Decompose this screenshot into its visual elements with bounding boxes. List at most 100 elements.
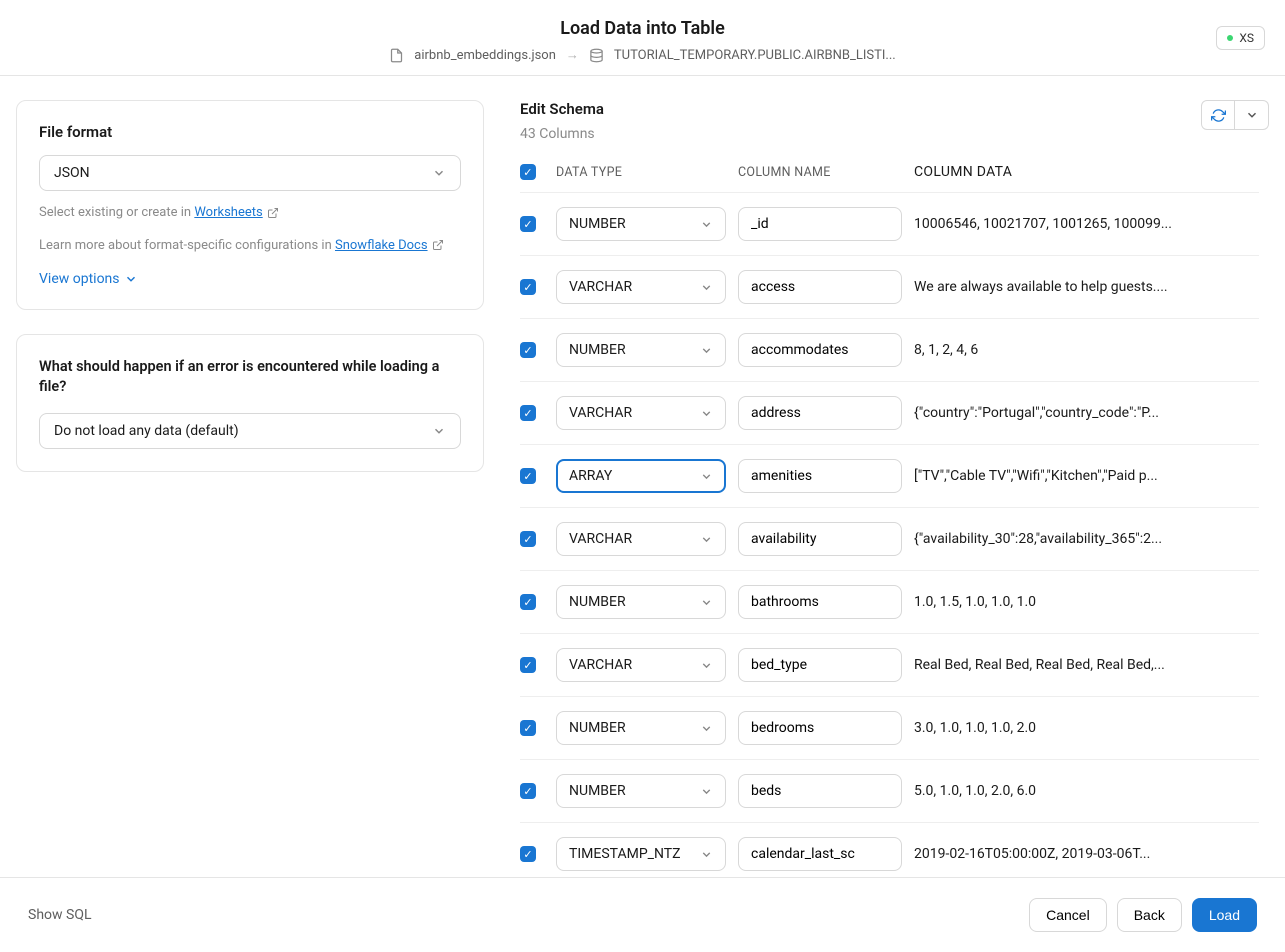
head-data: COLUMN DATA: [914, 164, 1259, 180]
chevron-down-icon: [700, 785, 713, 798]
data-type-select[interactable]: VARCHAR: [556, 396, 726, 430]
chevron-down-icon: [700, 596, 713, 609]
column-name-field[interactable]: [751, 279, 889, 295]
error-handling-select[interactable]: Do not load any data (default): [39, 413, 461, 449]
source-file: airbnb_embeddings.json: [414, 48, 556, 63]
column-name-field[interactable]: [751, 342, 889, 358]
column-name-field[interactable]: [751, 216, 889, 232]
right-panel: Edit Schema 43 Columns ✓ DATA TYPE COLUM…: [500, 76, 1285, 877]
row-checkbox[interactable]: ✓: [520, 468, 544, 484]
row-checkbox[interactable]: ✓: [520, 216, 544, 232]
show-sql-button[interactable]: Show SQL: [28, 907, 92, 923]
chevron-down-icon: [700, 281, 713, 294]
head-name: COLUMN NAME: [738, 165, 902, 180]
schema-row: ✓ NUMBER 10006546, 10021707, 1001265, 10…: [520, 193, 1259, 256]
data-type-value: VARCHAR: [569, 657, 632, 673]
data-type-select[interactable]: TIMESTAMP_NTZ: [556, 837, 726, 871]
column-name-field[interactable]: [751, 657, 889, 673]
row-checkbox[interactable]: ✓: [520, 279, 544, 295]
schema-row: ✓ NUMBER 1.0, 1.5, 1.0, 1.0, 1.0: [520, 571, 1259, 634]
data-type-select[interactable]: ARRAY: [556, 459, 726, 493]
data-type-select[interactable]: NUMBER: [556, 774, 726, 808]
data-type-select[interactable]: NUMBER: [556, 711, 726, 745]
column-name-field[interactable]: [751, 594, 889, 610]
refresh-button[interactable]: [1201, 100, 1235, 130]
column-name-field[interactable]: [751, 468, 889, 484]
data-type-value: NUMBER: [569, 720, 626, 736]
schema-row: ✓ VARCHAR {"availability_30":28,"availab…: [520, 508, 1259, 571]
file-icon: [389, 48, 404, 63]
column-name-input[interactable]: [738, 711, 902, 745]
select-all-checkbox[interactable]: ✓: [520, 164, 544, 180]
file-format-card: File format JSON Select existing or crea…: [16, 100, 484, 310]
row-checkbox[interactable]: ✓: [520, 531, 544, 547]
column-name-field[interactable]: [751, 405, 889, 421]
column-name-input[interactable]: [738, 459, 902, 493]
header: Load Data into Table airbnb_embeddings.j…: [0, 0, 1285, 76]
column-data-preview: 1.0, 1.5, 1.0, 1.0, 1.0: [914, 594, 1259, 610]
chevron-down-icon: [700, 344, 713, 357]
column-name-input[interactable]: [738, 207, 902, 241]
data-type-select[interactable]: VARCHAR: [556, 648, 726, 682]
column-name-input[interactable]: [738, 648, 902, 682]
column-name-field[interactable]: [751, 720, 889, 736]
row-checkbox[interactable]: ✓: [520, 342, 544, 358]
column-name-input[interactable]: [738, 522, 902, 556]
data-type-select[interactable]: VARCHAR: [556, 522, 726, 556]
data-type-select[interactable]: VARCHAR: [556, 270, 726, 304]
external-link-icon: [267, 207, 279, 219]
schema-table[interactable]: ✓ DATA TYPE COLUMN NAME COLUMN DATA ✓ NU…: [520, 152, 1269, 877]
cancel-button[interactable]: Cancel: [1029, 898, 1107, 932]
data-type-select[interactable]: NUMBER: [556, 333, 726, 367]
column-data-preview: 2019-02-16T05:00:00Z, 2019-03-06T...: [914, 846, 1259, 862]
back-button[interactable]: Back: [1117, 898, 1182, 932]
head-type: DATA TYPE: [556, 165, 726, 180]
column-name-input[interactable]: [738, 396, 902, 430]
schema-row: ✓ ARRAY ["TV","Cable TV","Wifi","Kitchen…: [520, 445, 1259, 508]
file-format-select[interactable]: JSON: [39, 155, 461, 191]
column-name-field[interactable]: [751, 531, 889, 547]
column-name-input[interactable]: [738, 333, 902, 367]
view-options-toggle[interactable]: View options: [39, 271, 138, 287]
column-name-input[interactable]: [738, 837, 902, 871]
data-type-select[interactable]: NUMBER: [556, 585, 726, 619]
row-checkbox[interactable]: ✓: [520, 846, 544, 862]
help-text-1: Select existing or create in Worksheets: [39, 203, 461, 224]
chevron-down-icon: [1245, 108, 1259, 122]
row-checkbox[interactable]: ✓: [520, 657, 544, 673]
chevron-down-icon: [124, 272, 138, 286]
row-checkbox[interactable]: ✓: [520, 405, 544, 421]
load-button[interactable]: Load: [1192, 898, 1257, 932]
more-options-button[interactable]: [1235, 100, 1269, 130]
column-name-field[interactable]: [751, 846, 889, 862]
file-format-label: File format: [39, 123, 461, 141]
warehouse-badge[interactable]: XS: [1216, 26, 1265, 50]
schema-head-row: ✓ DATA TYPE COLUMN NAME COLUMN DATA: [520, 152, 1259, 193]
schema-row: ✓ TIMESTAMP_NTZ 2019-02-16T05:00:00Z, 20…: [520, 823, 1259, 877]
database-icon: [589, 48, 604, 63]
schema-header: Edit Schema 43 Columns: [520, 100, 1269, 142]
column-name-input[interactable]: [738, 270, 902, 304]
column-data-preview: ["TV","Cable TV","Wifi","Kitchen","Paid …: [914, 468, 1259, 484]
column-name-input[interactable]: [738, 774, 902, 808]
footer: Show SQL Cancel Back Load: [0, 877, 1285, 952]
column-data-preview: 5.0, 1.0, 1.0, 2.0, 6.0: [914, 783, 1259, 799]
column-name-input[interactable]: [738, 585, 902, 619]
schema-row: ✓ VARCHAR Real Bed, Real Bed, Real Bed, …: [520, 634, 1259, 697]
column-name-field[interactable]: [751, 783, 889, 799]
data-type-value: VARCHAR: [569, 405, 632, 421]
status-dot-icon: [1227, 35, 1233, 41]
row-checkbox[interactable]: ✓: [520, 594, 544, 610]
column-data-preview: We are always available to help guests..…: [914, 279, 1259, 295]
schema-actions: [1201, 100, 1269, 130]
chevron-down-icon: [432, 166, 446, 180]
docs-link[interactable]: Snowflake Docs: [335, 238, 428, 253]
error-handling-card: What should happen if an error is encoun…: [16, 334, 484, 473]
data-type-select[interactable]: NUMBER: [556, 207, 726, 241]
column-data-preview: Real Bed, Real Bed, Real Bed, Real Bed,.…: [914, 657, 1259, 673]
schema-title: Edit Schema: [520, 100, 604, 118]
data-type-value: ARRAY: [569, 468, 612, 484]
worksheets-link[interactable]: Worksheets: [194, 205, 262, 220]
row-checkbox[interactable]: ✓: [520, 783, 544, 799]
row-checkbox[interactable]: ✓: [520, 720, 544, 736]
